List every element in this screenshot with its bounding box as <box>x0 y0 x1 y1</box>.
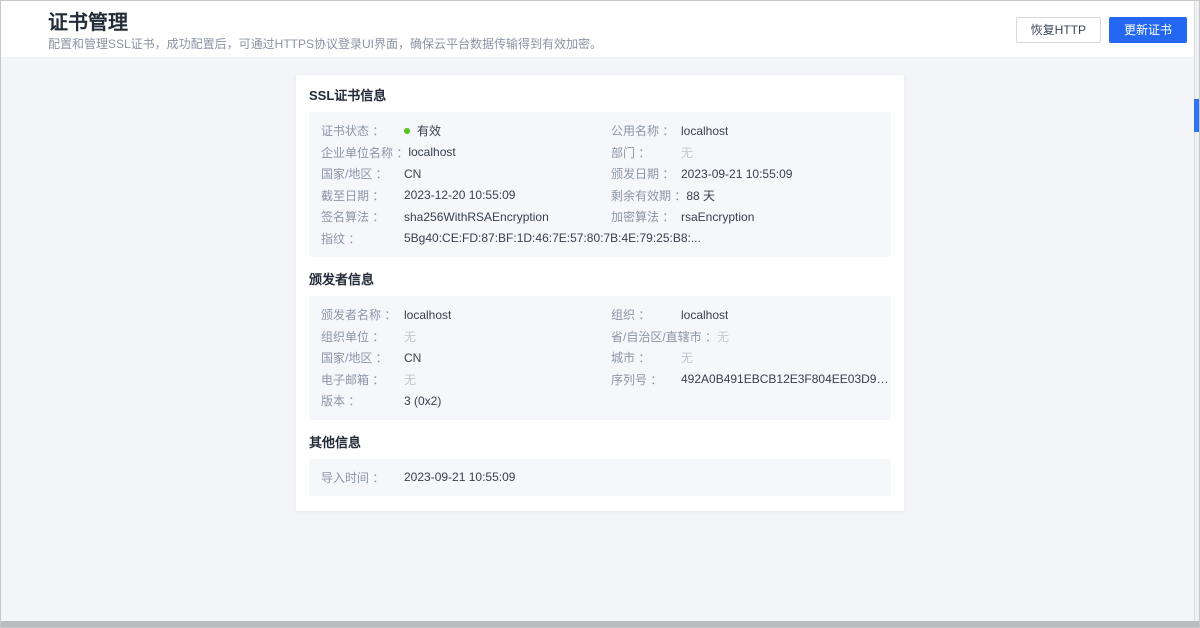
other-info-panel: 导入时间 ： 2023-09-21 10:55:09 <box>309 459 891 497</box>
scrollbar-thumb[interactable] <box>1194 99 1199 132</box>
field-value: 无 <box>681 144 693 161</box>
certificate-management-page: 证书管理 配置和管理SSL证书，成功配置后，可通过HTTPS协议登录UI界面，确… <box>0 0 1200 628</box>
field-country-region: 国家/地区 ： CN <box>321 165 611 182</box>
field-label: 序列号 ： <box>611 371 681 388</box>
field-row: 证书状态 ： 有效 公用名称 ： localhost <box>309 120 891 142</box>
ssl-cert-info-panel: 证书状态 ： 有效 公用名称 ： localhost <box>309 112 891 257</box>
field-label: 截至日期 ： <box>321 187 404 204</box>
field-value: 无 <box>404 328 416 345</box>
field-label: 省/自治区/直辖市 ： <box>611 328 717 345</box>
field-row: 指纹 ： 5Bg40:CE:FD:87:BF:1D:46:7E:57:80:7B… <box>309 228 891 250</box>
field-value: 有效 <box>404 122 441 139</box>
field-signature-algorithm: 签名算法 ： sha256WithRSAEncryption <box>321 208 611 225</box>
field-value: 无 <box>681 349 693 366</box>
field-row: 组织单位 ： 无 省/自治区/直辖市 ： 无 <box>309 326 891 348</box>
field-encryption-algorithm: 加密算法 ： rsaEncryption <box>611 208 891 225</box>
issuer-info-panel: 颁发者名称 ： localhost 组织 ： localhost 组织单位 ： … <box>309 296 891 420</box>
field-value: localhost <box>681 124 728 138</box>
status-ok-dot-icon <box>404 128 410 134</box>
field-label: 企业单位名称 ： <box>321 144 408 161</box>
field-label: 版本 ： <box>321 392 404 409</box>
field-expiry-date: 截至日期 ： 2023-12-20 10:55:09 <box>321 187 611 204</box>
page-header: 证书管理 配置和管理SSL证书，成功配置后，可通过HTTPS协议登录UI界面，确… <box>1 1 1199 58</box>
field-department: 部门 ： 无 <box>611 144 891 161</box>
field-label: 导入时间 ： <box>321 469 404 486</box>
field-cert-status: 证书状态 ： 有效 <box>321 122 611 139</box>
field-label: 城市 ： <box>611 349 681 366</box>
status-text: 有效 <box>417 122 441 139</box>
field-row: 截至日期 ： 2023-12-20 10:55:09 剩余有效期 ： 88 天 <box>309 185 891 207</box>
field-row: 企业单位名称 ： localhost 部门 ： 无 <box>309 142 891 164</box>
field-value: 492A0B491EBCB12E3F804EE03D9C562C5AF828FB <box>681 372 891 386</box>
field-organizational-unit: 组织单位 ： 无 <box>321 328 611 345</box>
field-email: 电子邮箱 ： 无 <box>321 371 611 388</box>
field-label: 组织 ： <box>611 306 681 323</box>
field-value: rsaEncryption <box>681 210 754 224</box>
field-value: 3 (0x2) <box>404 394 441 408</box>
field-province: 省/自治区/直辖市 ： 无 <box>611 328 891 345</box>
field-label: 剩余有效期 ： <box>611 187 686 204</box>
field-label: 部门 ： <box>611 144 681 161</box>
header-actions: 恢复HTTP 更新证书 <box>1016 17 1187 43</box>
section-other-info: 其他信息 导入时间 ： 2023-09-21 10:55:09 <box>309 435 891 497</box>
field-row: 颁发者名称 ： localhost 组织 ： localhost <box>309 304 891 326</box>
field-issuer-name: 颁发者名称 ： localhost <box>321 306 611 323</box>
field-import-time: 导入时间 ： 2023-09-21 10:55:09 <box>321 469 891 486</box>
certificate-detail-card: SSL证书信息 证书状态 ： 有效 公用名称 ： localhost <box>296 75 904 511</box>
field-row: 电子邮箱 ： 无 序列号 ： 492A0B491EBCB12E3F804EE03… <box>309 369 891 391</box>
field-label: 组织单位 ： <box>321 328 404 345</box>
field-row: 导入时间 ： 2023-09-21 10:55:09 <box>309 467 891 489</box>
field-label: 签名算法 ： <box>321 208 404 225</box>
field-row: 版本 ： 3 (0x2) <box>309 390 891 412</box>
field-fingerprint: 指纹 ： 5Bg40:CE:FD:87:BF:1D:46:7E:57:80:7B… <box>321 230 891 247</box>
field-city: 城市 ： 无 <box>611 349 891 366</box>
field-value: 2023-09-21 10:55:09 <box>404 470 515 484</box>
field-value: sha256WithRSAEncryption <box>404 210 549 224</box>
field-label: 加密算法 ： <box>611 208 681 225</box>
field-label: 指纹 ： <box>321 230 404 247</box>
window-bottom-edge <box>1 621 1199 627</box>
update-certificate-button[interactable]: 更新证书 <box>1109 17 1187 43</box>
page-title: 证书管理 <box>48 11 602 35</box>
field-value: localhost <box>404 308 451 322</box>
field-value: 88 天 <box>686 187 715 204</box>
field-label: 国家/地区 ： <box>321 165 404 182</box>
field-row: 签名算法 ： sha256WithRSAEncryption 加密算法 ： rs… <box>309 206 891 228</box>
field-label: 电子邮箱 ： <box>321 371 404 388</box>
field-label: 证书状态 ： <box>321 122 404 139</box>
field-value: localhost <box>681 308 728 322</box>
field-row: 国家/地区 ： CN 颁发日期 ： 2023-09-21 10:55:09 <box>309 163 891 185</box>
field-issuer-country-region: 国家/地区 ： CN <box>321 349 611 366</box>
field-version: 版本 ： 3 (0x2) <box>321 392 891 409</box>
field-common-name: 公用名称 ： localhost <box>611 122 891 139</box>
page-subtitle: 配置和管理SSL证书，成功配置后，可通过HTTPS协议登录UI界面，确保云平台数… <box>48 37 602 51</box>
field-organization: 组织 ： localhost <box>611 306 891 323</box>
section-title-ssl-cert-info: SSL证书信息 <box>309 88 891 104</box>
section-title-other-info: 其他信息 <box>309 435 891 451</box>
field-value: 2023-12-20 10:55:09 <box>404 188 515 202</box>
field-label: 国家/地区 ： <box>321 349 404 366</box>
field-value: CN <box>404 167 421 181</box>
field-serial-number: 序列号 ： 492A0B491EBCB12E3F804EE03D9C562C5A… <box>611 371 891 388</box>
page-heading-block: 证书管理 配置和管理SSL证书，成功配置后，可通过HTTPS协议登录UI界面，确… <box>48 11 602 51</box>
field-value: localhost <box>408 145 455 159</box>
field-value: 无 <box>717 328 729 345</box>
content-area: SSL证书信息 证书状态 ： 有效 公用名称 ： localhost <box>1 75 1199 511</box>
field-value: 2023-09-21 10:55:09 <box>681 167 792 181</box>
field-row: 国家/地区 ： CN 城市 ： 无 <box>309 347 891 369</box>
scrollbar-track[interactable] <box>1194 1 1199 627</box>
field-remaining-validity: 剩余有效期 ： 88 天 <box>611 187 891 204</box>
field-issue-date: 颁发日期 ： 2023-09-21 10:55:09 <box>611 165 891 182</box>
field-value: 5Bg40:CE:FD:87:BF:1D:46:7E:57:80:7B:4E:7… <box>404 231 701 245</box>
field-value: 无 <box>404 371 416 388</box>
field-value: CN <box>404 351 421 365</box>
restore-http-button[interactable]: 恢复HTTP <box>1016 17 1101 43</box>
section-ssl-cert-info: SSL证书信息 证书状态 ： 有效 公用名称 ： localhost <box>309 88 891 257</box>
field-label: 公用名称 ： <box>611 122 681 139</box>
field-label: 颁发日期 ： <box>611 165 681 182</box>
section-issuer-info: 颁发者信息 颁发者名称 ： localhost 组织 ： localhost <box>309 272 891 420</box>
field-label: 颁发者名称 ： <box>321 306 404 323</box>
section-title-issuer-info: 颁发者信息 <box>309 272 891 288</box>
field-enterprise-unit-name: 企业单位名称 ： localhost <box>321 144 611 161</box>
